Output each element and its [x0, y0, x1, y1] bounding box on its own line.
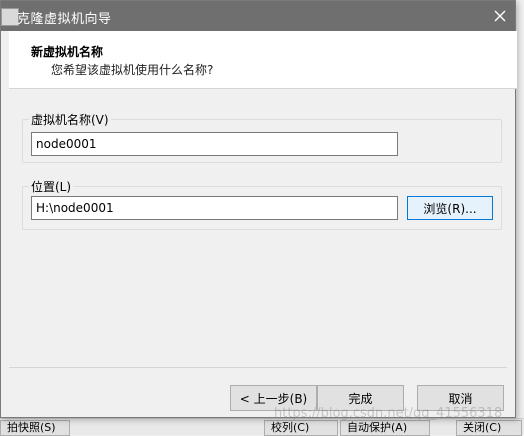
wizard-header: 新虚拟机名称 您希望该虚拟机使用什么名称? [9, 31, 517, 89]
title-bar: 克隆虚拟机向导 [1, 1, 515, 31]
location-label: 位置(L) [29, 178, 74, 195]
background-bottom-bar [0, 418, 524, 435]
clone-vm-wizard-dialog: 克隆虚拟机向导 新虚拟机名称 您希望该虚拟机使用什么名称? 虚拟机名称(V) 位… [0, 0, 517, 418]
back-button[interactable]: < 上一步(B) [230, 385, 317, 411]
step-title: 新虚拟机名称 [31, 45, 104, 59]
vm-name-input[interactable] [31, 132, 398, 156]
footer-separator [9, 367, 507, 368]
vm-name-group: 虚拟机名称(V) [22, 111, 502, 163]
close-icon [494, 10, 506, 22]
dialog-title: 克隆虚拟机向导 [17, 12, 112, 27]
location-input[interactable] [31, 196, 398, 220]
step-subtitle: 您希望该虚拟机使用什么名称? [51, 63, 214, 77]
location-group: 位置(L) 浏览(R)... [22, 178, 502, 230]
finish-button[interactable]: 完成 [317, 385, 404, 411]
browse-button[interactable]: 浏览(R)... [407, 196, 493, 220]
close-button[interactable] [485, 1, 515, 31]
cancel-button[interactable]: 取消 [417, 385, 504, 411]
vm-name-label: 虚拟机名称(V) [29, 111, 111, 128]
